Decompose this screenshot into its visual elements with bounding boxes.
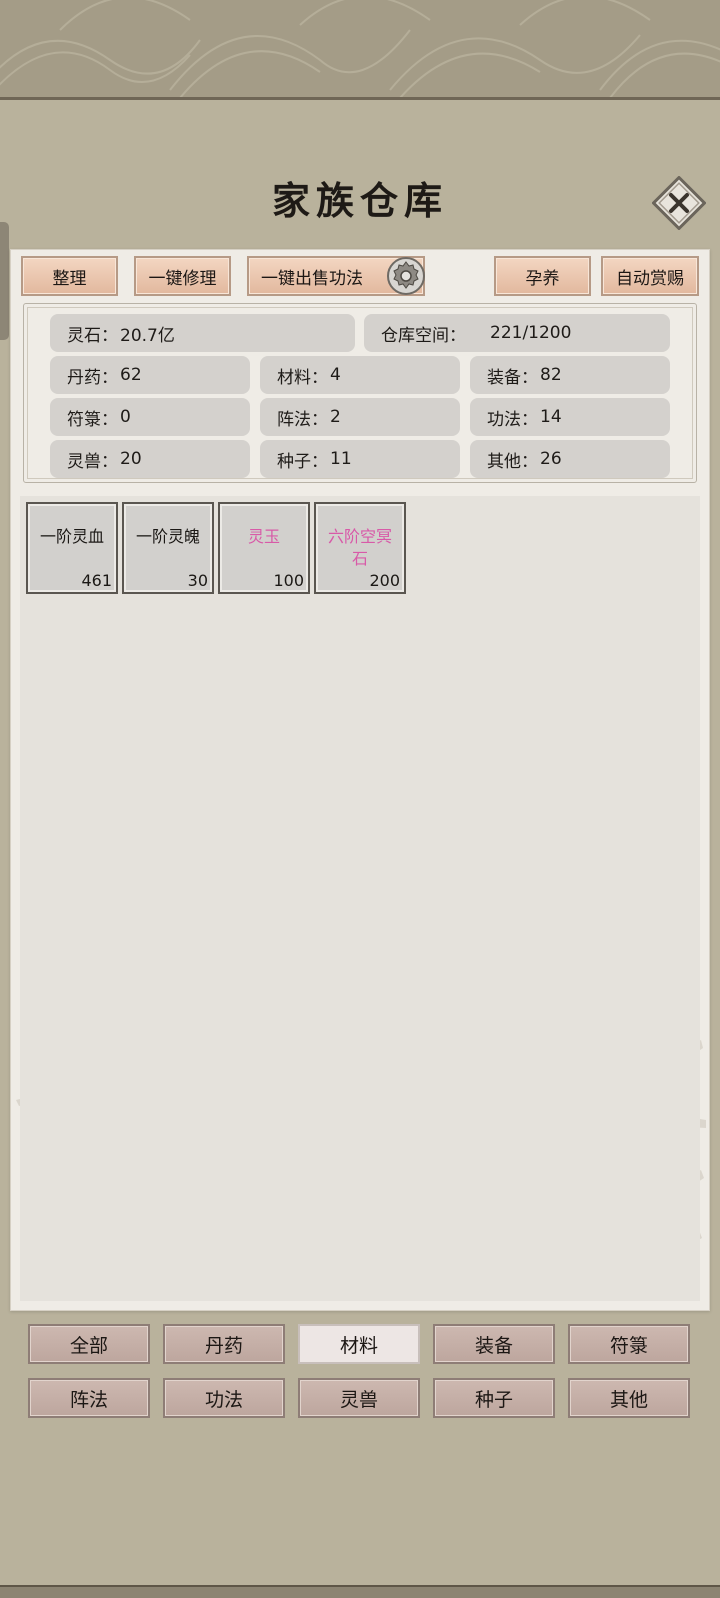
stat-label: 灵兽： (67, 451, 118, 472)
stat-label: 材料： (277, 367, 328, 388)
nurture-button[interactable]: 孕养 (494, 256, 591, 296)
category-techniques[interactable]: 功法 (163, 1378, 285, 1418)
side-tab-handle[interactable] (0, 222, 9, 340)
sell-settings-gear-button[interactable] (386, 256, 426, 296)
stat-label: 灵石： (67, 325, 118, 346)
stat-label: 符箓： (67, 409, 118, 430)
auto-reward-button[interactable]: 自动赏赐 (601, 256, 699, 296)
item-name: 一阶灵血 (39, 527, 104, 546)
close-button[interactable] (651, 175, 707, 231)
category-seeds[interactable]: 种子 (433, 1378, 555, 1418)
category-pills[interactable]: 丹药 (163, 1324, 285, 1364)
stat-label: 仓库空间： (381, 325, 466, 346)
stat-value: 0 (120, 407, 131, 427)
stat-value: 11 (330, 449, 352, 469)
category-others[interactable]: 其他 (568, 1378, 690, 1418)
stat-value: 62 (120, 365, 142, 385)
category-materials[interactable]: 材料 (298, 1324, 420, 1364)
stat-label: 丹药： (67, 367, 118, 388)
item-grid (20, 496, 700, 1301)
stat-label: 功法： (487, 409, 538, 430)
item-slot[interactable]: 一阶灵魄 30 (122, 502, 214, 594)
stat-seeds: 种子： 11 (260, 440, 460, 478)
item-name: 灵玉 (247, 527, 280, 546)
category-beasts[interactable]: 灵兽 (298, 1378, 420, 1418)
stat-value: 26 (540, 449, 562, 469)
stat-label: 其他： (487, 451, 538, 472)
stat-label: 阵法： (277, 409, 328, 430)
stat-label: 装备： (487, 367, 538, 388)
stat-value: 82 (540, 365, 562, 385)
item-name: 一阶灵魄 (135, 527, 200, 546)
item-name: 六阶空冥 石 (316, 526, 404, 570)
item-slot[interactable]: 灵玉 100 (218, 502, 310, 594)
stat-others: 其他： 26 (470, 440, 670, 478)
stat-pills: 丹药： 62 (50, 356, 250, 394)
stat-value: 4 (330, 365, 341, 385)
stat-spirit-stone: 灵石： 20.7亿 (50, 314, 355, 352)
category-equipment[interactable]: 装备 (433, 1324, 555, 1364)
item-slot[interactable]: 一阶灵血 461 (26, 502, 118, 594)
gear-icon (387, 257, 425, 295)
stat-value: 20 (120, 449, 142, 469)
item-count: 461 (81, 571, 112, 590)
category-formations[interactable]: 阵法 (28, 1378, 150, 1418)
item-count: 100 (273, 571, 304, 590)
stat-techniques: 功法： 14 (470, 398, 670, 436)
stat-value: 2 (330, 407, 341, 427)
page-title: 家族仓库 (271, 178, 448, 223)
close-icon (651, 175, 707, 231)
stat-materials: 材料： 4 (260, 356, 460, 394)
stat-label: 种子： (277, 451, 328, 472)
category-talismans[interactable]: 符箓 (568, 1324, 690, 1364)
top-decor-band (0, 0, 720, 100)
item-count: 200 (369, 571, 400, 590)
stat-formations: 阵法： 2 (260, 398, 460, 436)
sort-button[interactable]: 整理 (21, 256, 118, 296)
sell-techniques-label: 一键出售功法 (261, 268, 363, 289)
repair-all-button[interactable]: 一键修理 (134, 256, 231, 296)
stat-equipment: 装备： 82 (470, 356, 670, 394)
item-name-line: 六阶空冥 (327, 527, 392, 546)
item-slot[interactable]: 六阶空冥 石 200 (314, 502, 406, 594)
category-all[interactable]: 全部 (28, 1324, 150, 1364)
stat-beasts: 灵兽： 20 (50, 440, 250, 478)
stat-value: 221/1200 (490, 323, 572, 343)
bottom-decor-band (0, 1585, 720, 1598)
stat-value: 20.7亿 (120, 325, 175, 346)
stat-value: 14 (540, 407, 562, 427)
stat-talismans: 符箓： 0 (50, 398, 250, 436)
stat-storage-space: 仓库空间： 221/1200 (364, 314, 670, 352)
item-name-line: 石 (351, 549, 368, 568)
item-count: 30 (187, 571, 208, 590)
